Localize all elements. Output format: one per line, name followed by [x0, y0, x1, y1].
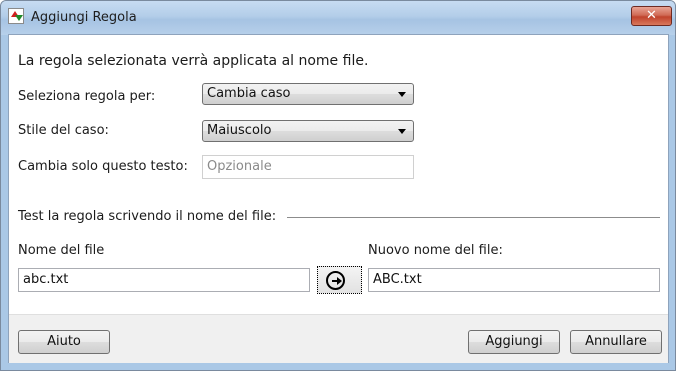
- apply-test-button[interactable]: [317, 266, 362, 294]
- case-style-label: Stile del caso:: [18, 123, 109, 138]
- intro-text: La regola selezionata verrà applicata al…: [18, 53, 369, 69]
- dialog-body: La regola selezionata verrà applicata al…: [8, 34, 669, 363]
- only-text-label: Cambia solo questo testo:: [18, 159, 188, 174]
- select-rule-value: Cambia caso: [207, 86, 291, 101]
- button-bar: Aiuto Aggiungi Annullare: [9, 314, 668, 363]
- close-button[interactable]: ✕: [631, 6, 672, 26]
- only-text-placeholder: Opzionale: [207, 159, 272, 174]
- select-rule-dropdown[interactable]: Cambia caso: [202, 83, 414, 105]
- new-filename-label: Nuovo nome del file:: [368, 243, 503, 258]
- cancel-button[interactable]: Annullare: [570, 330, 662, 354]
- help-button[interactable]: Aiuto: [18, 330, 110, 354]
- window-title: Aggiungi Regola: [31, 10, 137, 25]
- filename-value: abc.txt: [23, 272, 69, 287]
- chevron-down-icon: [398, 92, 406, 97]
- only-text-input[interactable]: Opzionale: [202, 155, 414, 179]
- close-icon: ✕: [646, 8, 657, 23]
- case-style-dropdown[interactable]: Maiuscolo: [202, 120, 414, 142]
- title-bar: Aggiungi Regola ✕: [1, 1, 675, 35]
- add-button[interactable]: Aggiungi: [468, 330, 560, 354]
- rename-arrows-icon: [8, 8, 24, 24]
- select-rule-label: Seleziona regola per:: [18, 89, 156, 104]
- case-style-value: Maiuscolo: [207, 123, 272, 138]
- filename-label: Nome del file: [18, 243, 105, 258]
- test-section-heading: Test la regola scrivendo il nome del fil…: [18, 209, 277, 224]
- add-rule-dialog: Aggiungi Regola ✕ La regola selezionata …: [0, 0, 676, 371]
- arrow-right-circle-icon: [326, 271, 345, 290]
- section-divider: [287, 217, 660, 218]
- new-filename-value: ABC.txt: [373, 272, 422, 287]
- filename-input[interactable]: abc.txt: [18, 268, 310, 292]
- chevron-down-icon: [398, 129, 406, 134]
- new-filename-output[interactable]: ABC.txt: [368, 268, 660, 292]
